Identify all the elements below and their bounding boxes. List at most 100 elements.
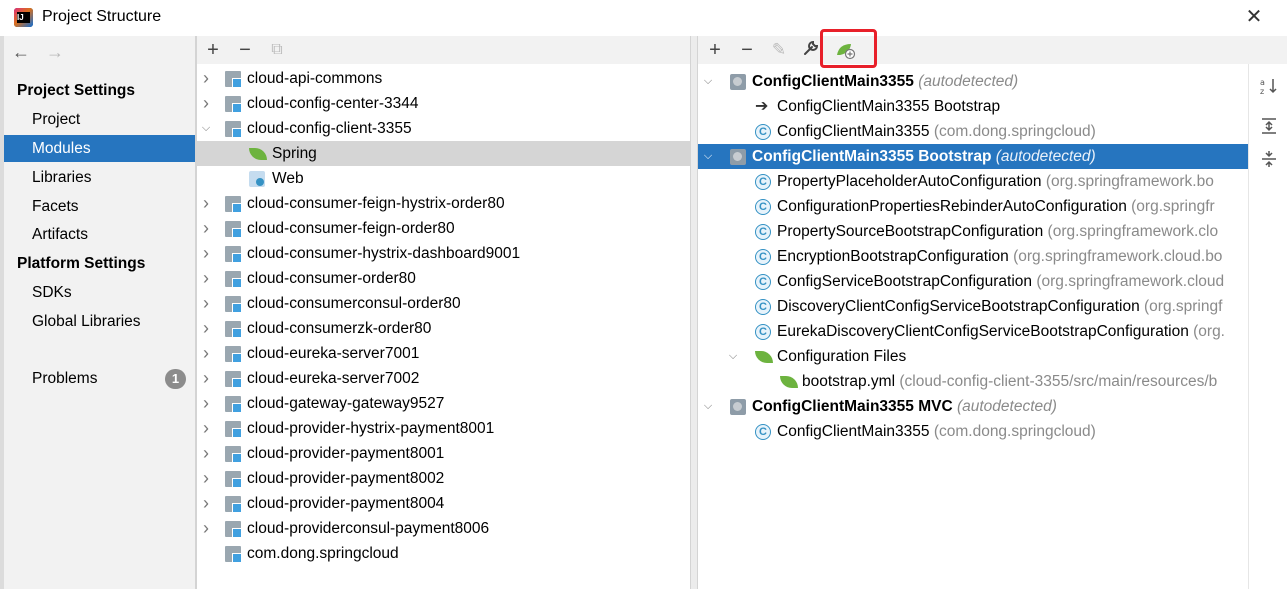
close-icon[interactable]: ✕ (1244, 7, 1264, 27)
module-tree-row[interactable]: › cloud-eureka-server7001 (197, 341, 690, 366)
chevron-right-icon[interactable]: › (199, 366, 213, 391)
nav-item-global-libraries[interactable]: Global Libraries (4, 308, 195, 335)
module-tree-row[interactable]: › cloud-consumer-feign-order80 (197, 216, 690, 241)
module-tree-row[interactable]: › cloud-api-commons (197, 66, 690, 91)
spring-context-icon (730, 74, 746, 90)
module-tree-row[interactable]: › cloud-consumer-hystrix-dashboard9001 (197, 241, 690, 266)
collapse-all-icon[interactable] (1259, 149, 1279, 169)
facet-tree-label: EurekaDiscoveryClientConfigServiceBootst… (777, 323, 1225, 340)
nav-item-problems[interactable]: Problems 1 (4, 365, 195, 392)
facet-tree-row[interactable]: DiscoveryClientConfigServiceBootstrapCon… (698, 294, 1248, 320)
facet-tree-row[interactable]: ➔ ConfigClientMain3355 Bootstrap (698, 94, 1248, 119)
module-tree-row[interactable]: › cloud-eureka-server7002 (197, 366, 690, 391)
nav-item-sdks[interactable]: SDKs (4, 279, 195, 306)
module-tree-label: cloud-config-center-3344 (247, 95, 419, 112)
module-tree-row[interactable]: › cloud-provider-payment8001 (197, 441, 690, 466)
module-tree-label: cloud-eureka-server7002 (247, 370, 420, 387)
module-tree-row[interactable]: › cloud-provider-payment8002 (197, 466, 690, 491)
module-tree-label: com.dong.springcloud (247, 545, 399, 562)
module-tree-row[interactable]: › cloud-provider-payment8004 (197, 491, 690, 516)
forward-arrow-icon[interactable]: → (46, 42, 64, 62)
chevron-right-icon[interactable]: › (199, 241, 213, 266)
facet-tree-suffix: (org.springframework.bo (1041, 173, 1214, 190)
facet-tree-row[interactable]: ⌵ Configuration Files (698, 344, 1248, 369)
chevron-right-icon[interactable]: › (199, 441, 213, 466)
chevron-right-icon[interactable]: › (199, 316, 213, 341)
facet-tree-label: PropertyPlaceholderAutoConfiguration (or… (777, 173, 1214, 190)
back-arrow-icon[interactable]: ← (12, 42, 30, 62)
chevron-right-icon[interactable]: › (199, 466, 213, 491)
facet-tree-row[interactable]: ConfigClientMain3355 (com.dong.springclo… (698, 119, 1248, 145)
nav-item-libraries[interactable]: Libraries (4, 164, 195, 191)
expand-all-icon[interactable] (1259, 116, 1279, 136)
copy-module-button[interactable]: ⧉ (266, 39, 288, 61)
chevron-right-icon[interactable]: › (199, 491, 213, 516)
spring-context-icon (730, 399, 746, 415)
chevron-right-icon[interactable]: › (199, 516, 213, 541)
nav-item-modules[interactable]: Modules (4, 135, 195, 162)
module-tree-row[interactable]: › cloud-provider-hystrix-payment8001 (197, 416, 690, 441)
module-tree-row[interactable]: com.dong.springcloud (197, 541, 690, 566)
module-tree-row[interactable]: › cloud-gateway-gateway9527 (197, 391, 690, 416)
spring-context-tree: ⌵ ConfigClientMain3355 (autodetected) ➔ Con… (698, 64, 1248, 589)
facet-tree-row[interactable]: ConfigClientMain3355 (com.dong.springclo… (698, 419, 1248, 445)
chevron-down-icon[interactable]: ⌵ (701, 394, 715, 419)
nav-item-project[interactable]: Project (4, 106, 195, 133)
modules-panel: + − ⧉ › cloud-api-commons › cloud-config-ce… (197, 36, 690, 589)
module-tree-row[interactable]: Spring (197, 141, 690, 166)
module-tree-label: cloud-provider-payment8002 (247, 470, 445, 487)
module-tree-row[interactable]: Web (197, 166, 690, 191)
web-icon (249, 171, 265, 187)
remove-fileset-button[interactable]: − (736, 39, 758, 61)
module-folder-icon (225, 496, 242, 513)
facet-tree-row[interactable]: ConfigServiceBootstrapConfiguration (org… (698, 269, 1248, 295)
chevron-right-icon[interactable]: › (199, 291, 213, 316)
facet-tree-row[interactable]: ⌵ ConfigClientMain3355 Bootstrap (autodet… (698, 144, 1248, 169)
nav-item-artifacts[interactable]: Artifacts (4, 221, 195, 248)
facet-tree-row[interactable]: ConfigurationPropertiesRebinderAutoConfi… (698, 194, 1248, 220)
chevron-right-icon[interactable]: › (199, 191, 213, 216)
chevron-down-icon[interactable]: ⌵ (701, 69, 715, 94)
module-tree-row[interactable]: › cloud-config-center-3344 (197, 91, 690, 116)
highlight-box (820, 29, 877, 68)
nav-item-facets[interactable]: Facets (4, 193, 195, 220)
chevron-right-icon[interactable]: › (199, 266, 213, 291)
module-tree-row[interactable]: › cloud-consumerzk-order80 (197, 316, 690, 341)
module-tree-row[interactable]: › cloud-providerconsul-payment8006 (197, 516, 690, 541)
add-fileset-button[interactable]: + (704, 39, 726, 61)
module-tree-label: cloud-consumer-hystrix-dashboard9001 (247, 245, 521, 262)
facet-tree-row[interactable]: PropertySourceBootstrapConfiguration (or… (698, 219, 1248, 245)
module-tree-row[interactable]: › cloud-consumerconsul-order80 (197, 291, 690, 316)
chevron-down-icon[interactable]: ⌵ (199, 116, 213, 141)
chevron-right-icon[interactable]: › (199, 91, 213, 116)
chevron-down-icon[interactable]: ⌵ (726, 344, 740, 369)
spring-facet-panel: + − ✎ ⌵ ConfigClientMain3355 (autodetecte… (698, 29, 1287, 589)
facet-tree-row[interactable]: bootstrap.yml (cloud-config-client-3355/… (698, 369, 1248, 394)
module-tree-row[interactable]: › cloud-consumer-feign-hystrix-order80 (197, 191, 690, 216)
module-tree-row[interactable]: › cloud-consumer-order80 (197, 266, 690, 291)
facet-tree-row[interactable]: EurekaDiscoveryClientConfigServiceBootst… (698, 319, 1248, 345)
chevron-right-icon[interactable]: › (199, 391, 213, 416)
facet-tree-label: EncryptionBootstrapConfiguration (org.sp… (777, 248, 1223, 265)
facet-tree-row[interactable]: PropertyPlaceholderAutoConfiguration (or… (698, 169, 1248, 195)
facet-tree-row[interactable]: EncryptionBootstrapConfiguration (org.sp… (698, 244, 1248, 270)
chevron-right-icon[interactable]: › (199, 66, 213, 91)
remove-module-button[interactable]: − (234, 39, 256, 61)
sort-alpha-icon[interactable]: az (1259, 76, 1279, 96)
platform-settings-header: Platform Settings (17, 255, 146, 272)
module-folder-icon (225, 121, 242, 138)
chevron-right-icon[interactable]: › (199, 416, 213, 441)
splitter-2[interactable] (690, 36, 698, 589)
chevron-down-icon[interactable]: ⌵ (701, 144, 715, 169)
add-module-button[interactable]: + (202, 39, 224, 61)
module-tree-row[interactable]: ⌵ cloud-config-client-3355 (197, 116, 690, 141)
chevron-right-icon[interactable]: › (199, 216, 213, 241)
facet-tree-row[interactable]: ⌵ ConfigClientMain3355 (autodetected) (698, 69, 1248, 94)
chevron-right-icon[interactable]: › (199, 341, 213, 366)
facet-tree-label: ConfigClientMain3355 Bootstrap (777, 98, 1001, 115)
edit-icon[interactable]: ✎ (768, 39, 790, 61)
wrench-icon[interactable] (800, 39, 822, 61)
facet-tree-row[interactable]: ⌵ ConfigClientMain3355 MVC (autodetected) (698, 394, 1248, 419)
spring-class-icon (755, 420, 771, 445)
module-folder-icon (225, 321, 242, 338)
